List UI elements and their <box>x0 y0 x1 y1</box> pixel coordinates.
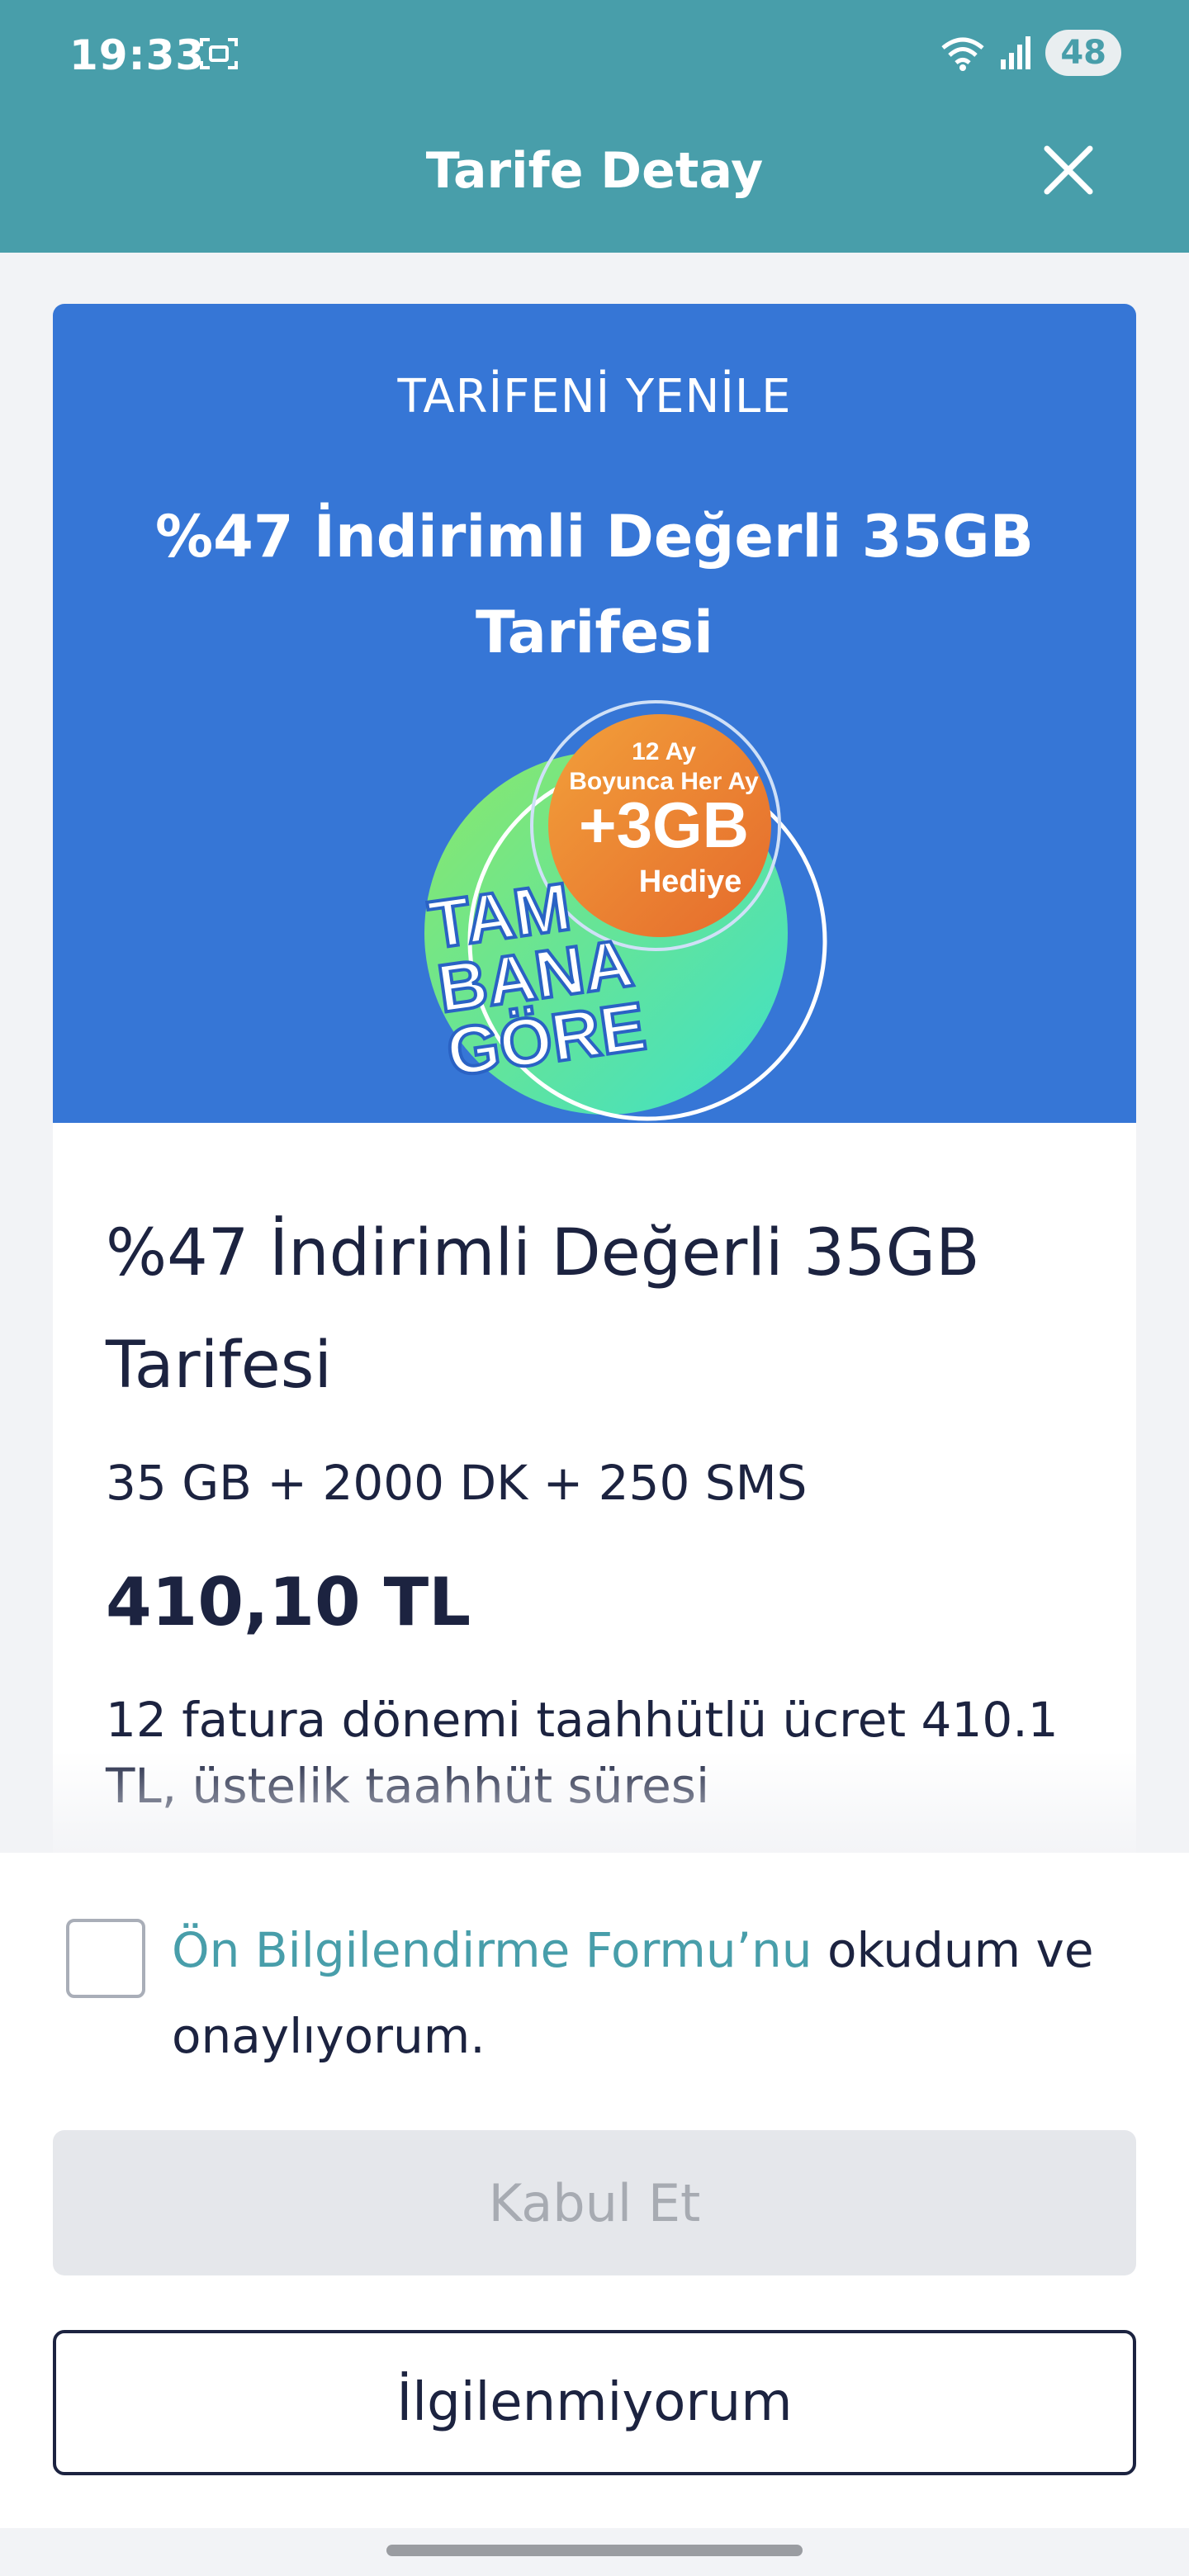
app-header: 19:33 48 Tarife Detay <box>0 0 1189 253</box>
wifi-icon <box>941 37 984 71</box>
close-icon[interactable] <box>1039 140 1098 200</box>
package-name: %47 İndirimli Değerli 35GB Tarifesi <box>106 1216 980 1403</box>
package-price: 410,10 TL <box>106 1564 471 1641</box>
pre-information-form-link[interactable]: Ön Bilgilendirme Formu’nu <box>172 1922 812 1978</box>
tariff-card: TARİFENİ YENİLE %47 İndirimli Değerli 35… <box>53 304 1136 1873</box>
tariff-details: %47 İndirimli Değerli 35GB Tarifesi 35 G… <box>53 1123 1136 1819</box>
consent-text: Ön Bilgilendirme Formu’nu okudum ve onay… <box>172 1907 1146 2079</box>
bottom-action-sheet: Ön Bilgilendirme Formu’nu okudum ve onay… <box>0 1853 1189 2528</box>
promo-line1: 12 Ay <box>632 738 696 765</box>
scroll-fade <box>0 1750 1189 1853</box>
tariff-banner: TARİFENİ YENİLE %47 İndirimli Değerli 35… <box>53 304 1136 1123</box>
signal-icon <box>1001 36 1031 69</box>
banner-label: TARİFENİ YENİLE <box>397 370 792 424</box>
promo-line4: Hediye <box>639 864 742 899</box>
promo-amount: +3GB <box>579 788 749 861</box>
accept-button[interactable]: Kabul Et <box>53 2130 1136 2275</box>
battery-indicator: 48 <box>1045 30 1121 76</box>
banner-title: %47 İndirimli Değerli 35GB Tarifesi <box>155 503 1034 666</box>
status-icons: 48 <box>940 30 1121 76</box>
consent-checkbox[interactable] <box>66 1919 145 1998</box>
home-indicator[interactable] <box>386 2545 803 2556</box>
status-time: 19:33 <box>69 31 206 79</box>
package-description: 35 GB + 2000 DK + 250 SMS <box>106 1455 808 1511</box>
page-title: Tarife Detay <box>425 142 764 200</box>
decline-button[interactable]: İlgilenmiyorum <box>53 2330 1136 2475</box>
promo-badge-image: 12 Ay Boyunca Her Ay +3GB Hediye TAM BAN… <box>423 700 827 1121</box>
screenshot-icon <box>200 38 238 69</box>
